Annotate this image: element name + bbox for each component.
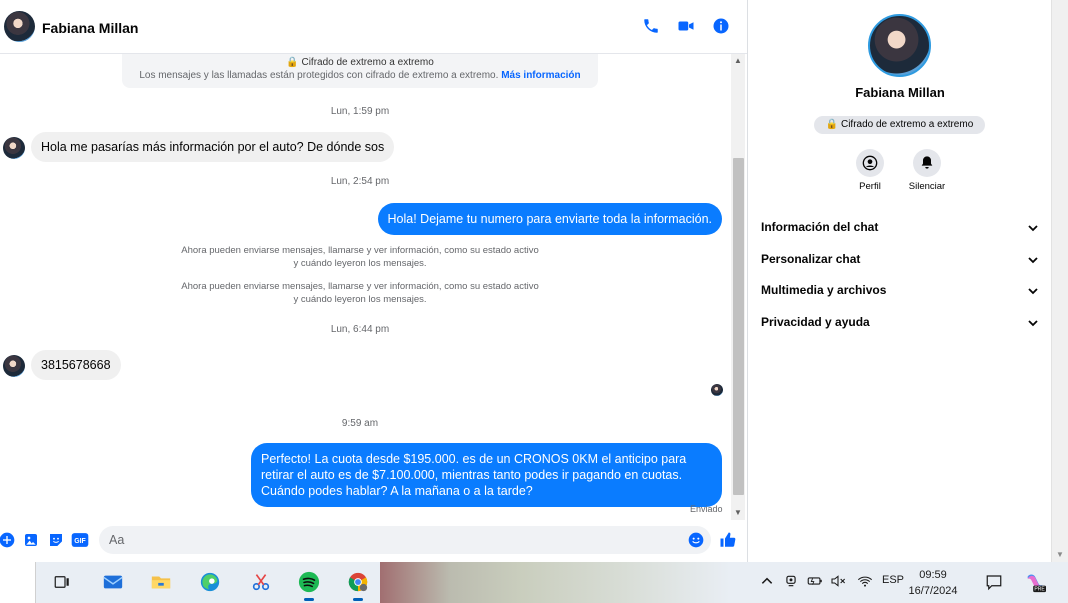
message-input-box[interactable] bbox=[99, 526, 711, 554]
profile-label: Perfil bbox=[859, 181, 881, 192]
chat-header: Fabiana Millan bbox=[0, 0, 747, 54]
timestamp: Lun, 2:54 pm bbox=[330, 176, 390, 187]
timestamp: Lun, 1:59 pm bbox=[330, 106, 390, 117]
file-explorer-icon[interactable] bbox=[147, 568, 175, 596]
copilot-icon[interactable]: PRE bbox=[1024, 571, 1046, 596]
preview-badge: PRE bbox=[1034, 587, 1045, 593]
sender-avatar[interactable] bbox=[3, 137, 25, 159]
webcam-icon[interactable] bbox=[784, 574, 798, 591]
task-view-icon[interactable] bbox=[48, 568, 76, 596]
snipping-tool-icon[interactable] bbox=[247, 568, 275, 596]
video-call-icon[interactable] bbox=[676, 16, 696, 36]
section-customize-chat[interactable]: Personalizar chat bbox=[761, 250, 1039, 270]
panel-contact-name: Fabiana Millan bbox=[855, 85, 945, 100]
e2e-notice: 🔒 Cifrado de extremo a extremo Los mensa… bbox=[122, 54, 598, 88]
taskbar-left-area bbox=[0, 562, 36, 603]
sender-avatar[interactable] bbox=[3, 355, 25, 377]
mail-icon[interactable] bbox=[99, 568, 127, 596]
lock-icon: 🔒 bbox=[825, 119, 839, 130]
phone-call-icon[interactable] bbox=[641, 16, 661, 36]
e2e-badge[interactable]: 🔒 Cifrado de extremo a extremo bbox=[814, 116, 985, 134]
speaker-muted-icon[interactable] bbox=[830, 574, 846, 591]
chevron-up-icon[interactable] bbox=[760, 574, 774, 591]
message-list[interactable]: 🔒 Cifrado de extremo a extremo Los mensa… bbox=[0, 54, 730, 520]
timestamp: 9:59 am bbox=[341, 418, 379, 429]
wallpaper-strip bbox=[380, 562, 730, 603]
contact-name[interactable]: Fabiana Millan bbox=[42, 20, 138, 36]
section-privacy-help[interactable]: Privacidad y ayuda bbox=[761, 313, 1039, 333]
e2e-description: Los mensajes y las llamadas están proteg… bbox=[139, 70, 499, 81]
gif-icon[interactable]: GIF bbox=[71, 531, 89, 549]
like-thumb-icon[interactable] bbox=[719, 531, 737, 549]
mute-label: Silenciar bbox=[908, 181, 946, 192]
chrome-icon[interactable] bbox=[344, 568, 372, 601]
clock[interactable]: 09:59 16/7/2024 bbox=[900, 567, 966, 599]
message-bubble-incoming[interactable]: Hola me pasarías más información por el … bbox=[31, 132, 395, 162]
scroll-down-arrow-icon[interactable]: ▼ bbox=[731, 508, 745, 518]
chevron-down-icon bbox=[1028, 225, 1038, 232]
scroll-up-arrow-icon[interactable]: ▲ bbox=[731, 56, 745, 66]
message-bubble-outgoing[interactable]: Perfecto! La cuota desde $195.000. es de… bbox=[251, 443, 722, 507]
timestamp: Lun, 6:44 pm bbox=[330, 324, 390, 335]
e2e-title: Cifrado de extremo a extremo bbox=[301, 57, 434, 68]
panel-avatar[interactable] bbox=[868, 14, 931, 77]
bell-icon bbox=[913, 149, 941, 177]
spotify-icon[interactable] bbox=[295, 568, 323, 601]
system-notice: Ahora pueden enviarse mensajes, llamarse… bbox=[181, 245, 539, 269]
chat-scrollbar[interactable]: ▲ ▼ bbox=[731, 54, 745, 520]
composer: GIF bbox=[0, 520, 747, 562]
svg-text:GIF: GIF bbox=[74, 538, 86, 545]
message-input[interactable] bbox=[99, 526, 679, 554]
profile-button[interactable]: Perfil bbox=[845, 149, 895, 192]
chevron-down-icon bbox=[1028, 257, 1038, 264]
battery-icon[interactable] bbox=[807, 574, 823, 591]
clock-date: 16/7/2024 bbox=[908, 585, 958, 597]
window-scrollbar[interactable]: ▼ bbox=[1051, 0, 1068, 562]
message-bubble-incoming[interactable]: 3815678668 bbox=[31, 350, 121, 380]
section-media-files[interactable]: Multimedia y archivos bbox=[761, 281, 1039, 301]
sent-status: Enviado bbox=[690, 504, 723, 514]
message-bubble-outgoing[interactable]: Hola! Dejame tu numero para enviarte tod… bbox=[377, 203, 722, 235]
notification-icon[interactable] bbox=[985, 573, 1003, 594]
info-icon[interactable] bbox=[711, 16, 731, 36]
chat-info-panel: Fabiana Millan 🔒 Cifrado de extremo a ex… bbox=[749, 0, 1051, 562]
wifi-icon[interactable] bbox=[857, 574, 873, 591]
plus-icon[interactable] bbox=[0, 531, 16, 549]
chevron-down-icon bbox=[1028, 320, 1038, 327]
emoji-icon[interactable] bbox=[687, 531, 705, 549]
scroll-thumb[interactable] bbox=[733, 158, 744, 495]
chat-pane: Fabiana Millan 🔒 Cifrado de extremo a ex… bbox=[0, 0, 748, 562]
scroll-down-arrow-icon[interactable]: ▼ bbox=[1056, 550, 1064, 559]
system-notice: Ahora pueden enviarse mensajes, llamarse… bbox=[181, 281, 539, 305]
sticker-icon[interactable] bbox=[47, 531, 65, 549]
clock-time: 09:59 bbox=[919, 569, 947, 581]
image-icon[interactable] bbox=[22, 531, 40, 549]
more-info-link[interactable]: Más información bbox=[501, 70, 580, 81]
profile-icon bbox=[856, 149, 884, 177]
taskbar: ESP 09:59 16/7/2024 PRE bbox=[0, 562, 1068, 603]
screen: Fabiana Millan 🔒 Cifrado de extremo a ex… bbox=[0, 0, 1068, 603]
edge-browser-icon[interactable] bbox=[196, 568, 224, 596]
section-chat-info[interactable]: Información del chat bbox=[761, 218, 1039, 238]
contact-avatar[interactable] bbox=[4, 11, 35, 42]
read-receipt-avatar bbox=[711, 384, 723, 396]
lock-icon: 🔒 bbox=[286, 57, 299, 68]
chevron-down-icon bbox=[1028, 288, 1038, 295]
mute-button[interactable]: Silenciar bbox=[902, 149, 952, 192]
